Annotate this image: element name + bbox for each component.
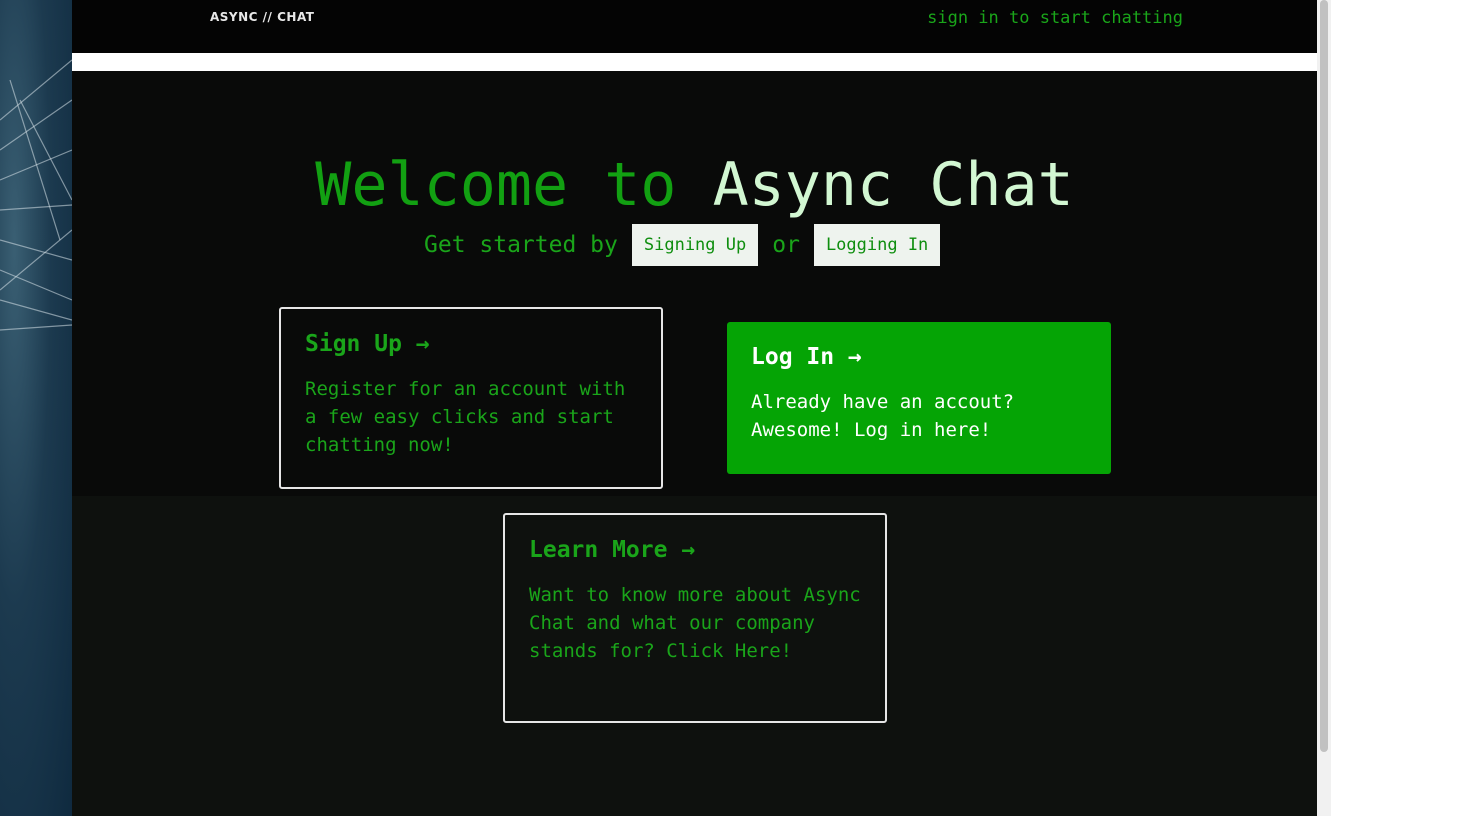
signin-link[interactable]: sign in to start chatting — [927, 8, 1183, 28]
login-pill-button[interactable]: Logging In — [813, 224, 941, 266]
login-card-title: Log In → — [751, 344, 862, 370]
hero-subtitle: Get started by Signing Up or Logging In — [424, 222, 954, 268]
page-title: Welcome to Async Chat — [72, 150, 1317, 220]
learn-more-card-text: Want to know more about Async Chat and w… — [529, 584, 861, 662]
learn-more-card[interactable]: Learn More → Want to know more about Asy… — [503, 513, 887, 723]
page-scrollbar[interactable] — [1317, 0, 1331, 816]
desktop-wallpaper — [0, 0, 72, 816]
login-card-text: Already have an accout? Awesome! Log in … — [751, 391, 1015, 441]
signup-card-text: Register for an account with a few easy … — [305, 378, 626, 456]
hero-section — [72, 71, 1317, 496]
signup-pill-button[interactable]: Signing Up — [631, 224, 759, 266]
browser-viewport: ASYNC // CHAT sign in to start chatting … — [72, 0, 1317, 816]
signup-card-title: Sign Up → — [305, 331, 430, 357]
signup-card[interactable]: Sign Up → Register for an account with a… — [279, 307, 663, 489]
subtitle-or: or — [772, 232, 800, 258]
scrollbar-thumb[interactable] — [1320, 0, 1328, 752]
title-welcome: Welcome to — [315, 150, 713, 220]
wallpaper-streaks — [0, 59, 72, 331]
top-navbar: ASYNC // CHAT sign in to start chatting — [72, 0, 1317, 53]
site-logo[interactable]: ASYNC // CHAT — [210, 10, 314, 24]
header-divider — [72, 53, 1317, 71]
title-brand: Async Chat — [712, 150, 1074, 220]
learn-more-card-title: Learn More → — [529, 537, 696, 563]
subtitle-prefix: Get started by — [424, 232, 618, 258]
login-card[interactable]: Log In → Already have an accout? Awesome… — [727, 322, 1111, 474]
